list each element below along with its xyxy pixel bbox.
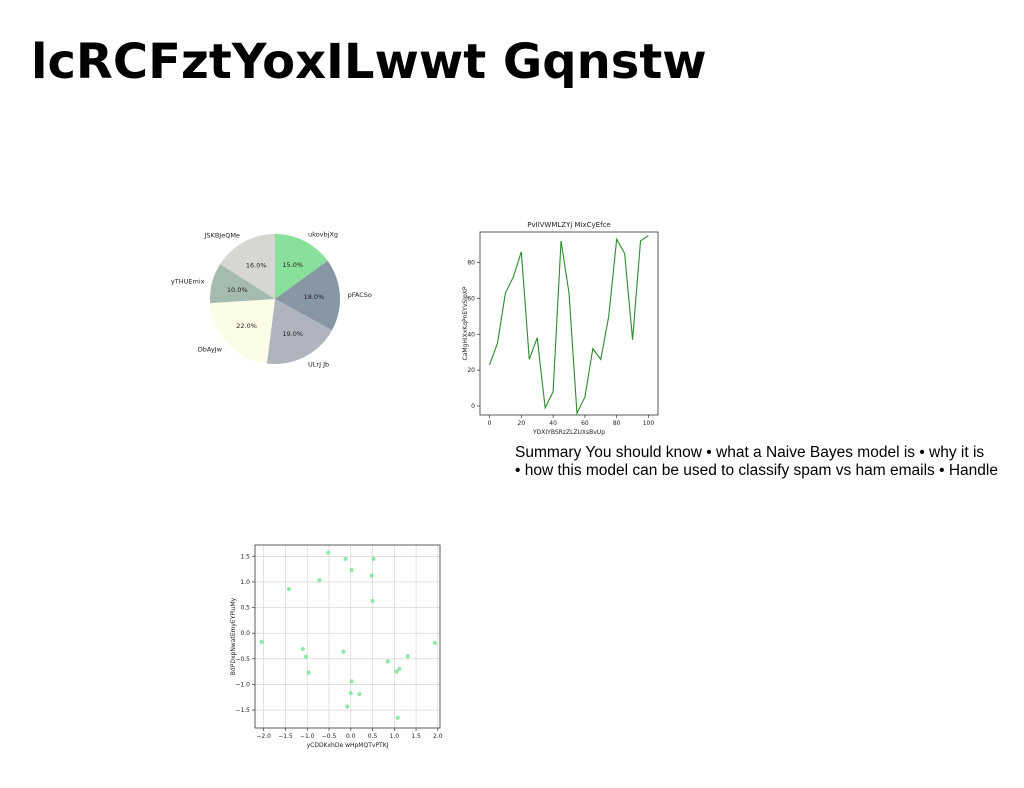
y-tick-label: 20 [467,367,475,374]
pie-slice-percent: 10.0% [227,286,248,294]
scatter-point [286,586,292,592]
pie-slice-percent: 15.0% [282,261,303,269]
scatter-point [349,568,354,573]
scatter-point [345,704,350,709]
x-tick-label: 40 [549,420,557,427]
y-tick-label: −1.0 [235,681,250,688]
x-tick-label: 80 [613,420,621,427]
pie-slice-percent: 19.0% [282,330,303,338]
scatter-point [303,654,309,659]
x-axis-label: YDXIYBSRzZLZUXsBvUp [532,429,605,436]
x-tick-label: 60 [581,420,589,427]
pie-slice-percent: 18.0% [304,293,325,301]
pie-slice-percent: 22.0% [236,322,257,330]
scatter-point [349,679,354,684]
scatter-point [306,670,311,675]
pie-chart: 15.0% ukovbjXg 18.0% pFACSo 19.0% ULrJ Jb 22.0… [171,231,372,369]
pie-slice-label: pFACSo [348,291,372,299]
summary-line-1: Summary You should know • what a Naive B… [515,444,985,461]
y-tick-label: 80 [467,260,475,267]
slide-title: lcRCFztYoxILwwt Gqnstw [31,34,707,90]
pie-slice-percent: 16.0% [246,261,267,269]
y-tick-label: 1.0 [240,579,250,586]
scatter-point [405,654,410,659]
scatter-point [385,659,390,664]
pie-slice-label: JSKBJeQMe [204,232,240,240]
x-tick-label: −0.5 [322,733,337,740]
pie-slice-label: DbAyJw [198,345,223,353]
scatter-point [348,691,353,696]
summary-line-2: • how this model can be used to classify… [515,462,998,479]
pie-slice-label: yTHUEmix [171,277,205,285]
scatter-point [370,598,375,603]
scatter-point [341,649,346,654]
x-tick-label: −1.0 [300,733,315,740]
y-tick-label: −1.5 [235,707,250,714]
y-tick-label: 0 [471,403,475,410]
x-axis-label: yCDDKxhDe wHpMQTvPTKJ [307,742,389,749]
pie-slice-label: ULrJ Jb [308,360,329,368]
x-tick-label: 20 [518,420,526,427]
scatter-point [326,550,331,555]
scatter-point [432,640,437,646]
x-tick-label: 0 [488,420,492,427]
x-tick-label: 2.0 [433,733,443,740]
summary-text: Summary You should know • what a Naive B… [515,444,1020,480]
y-tick-label: 0.0 [240,630,250,637]
chart-title: PvIlVWMLZYj MixCyEfce [527,221,610,229]
x-tick-label: 100 [643,420,655,427]
y-tick-label: 0.5 [240,605,250,612]
plot-frame [254,544,441,729]
pie-slice-label: ukovbjXg [308,231,338,239]
y-axis-label: CaMgHIXxKqPnEYvSIpXP [462,286,469,360]
line-series [489,235,649,416]
scatter-point [317,578,322,583]
scatter-chart: −2.0 −1.5 −1.0 −0.5 0.0 0.5 1.0 1.5 2.0−1.5−1.0−… [230,544,443,749]
x-tick-label: 0.5 [368,733,378,740]
scatter-point [357,692,362,697]
scatter-point [300,646,305,652]
x-tick-label: 1.5 [411,733,421,740]
pie-slice [210,299,275,364]
scatter-point [395,715,400,720]
scatter-point [343,556,348,561]
x-tick-label: −1.5 [278,733,293,740]
scatter-point [369,573,374,578]
x-tick-label: 0.0 [346,733,356,740]
x-tick-label: −2.0 [256,733,271,740]
x-tick-label: 1.0 [390,733,400,740]
line-chart: PvIlVWMLZYj MixCyEfce0 20 40 60 80 1000204060… [462,221,659,436]
y-tick-label: 1.5 [240,553,250,560]
scatter-point [259,639,264,644]
y-axis-label: BdPDxpNwatEmyEYPluMy [230,597,237,675]
scatter-point [397,666,402,672]
scatter-point [371,556,376,561]
y-tick-label: −0.5 [235,656,250,663]
